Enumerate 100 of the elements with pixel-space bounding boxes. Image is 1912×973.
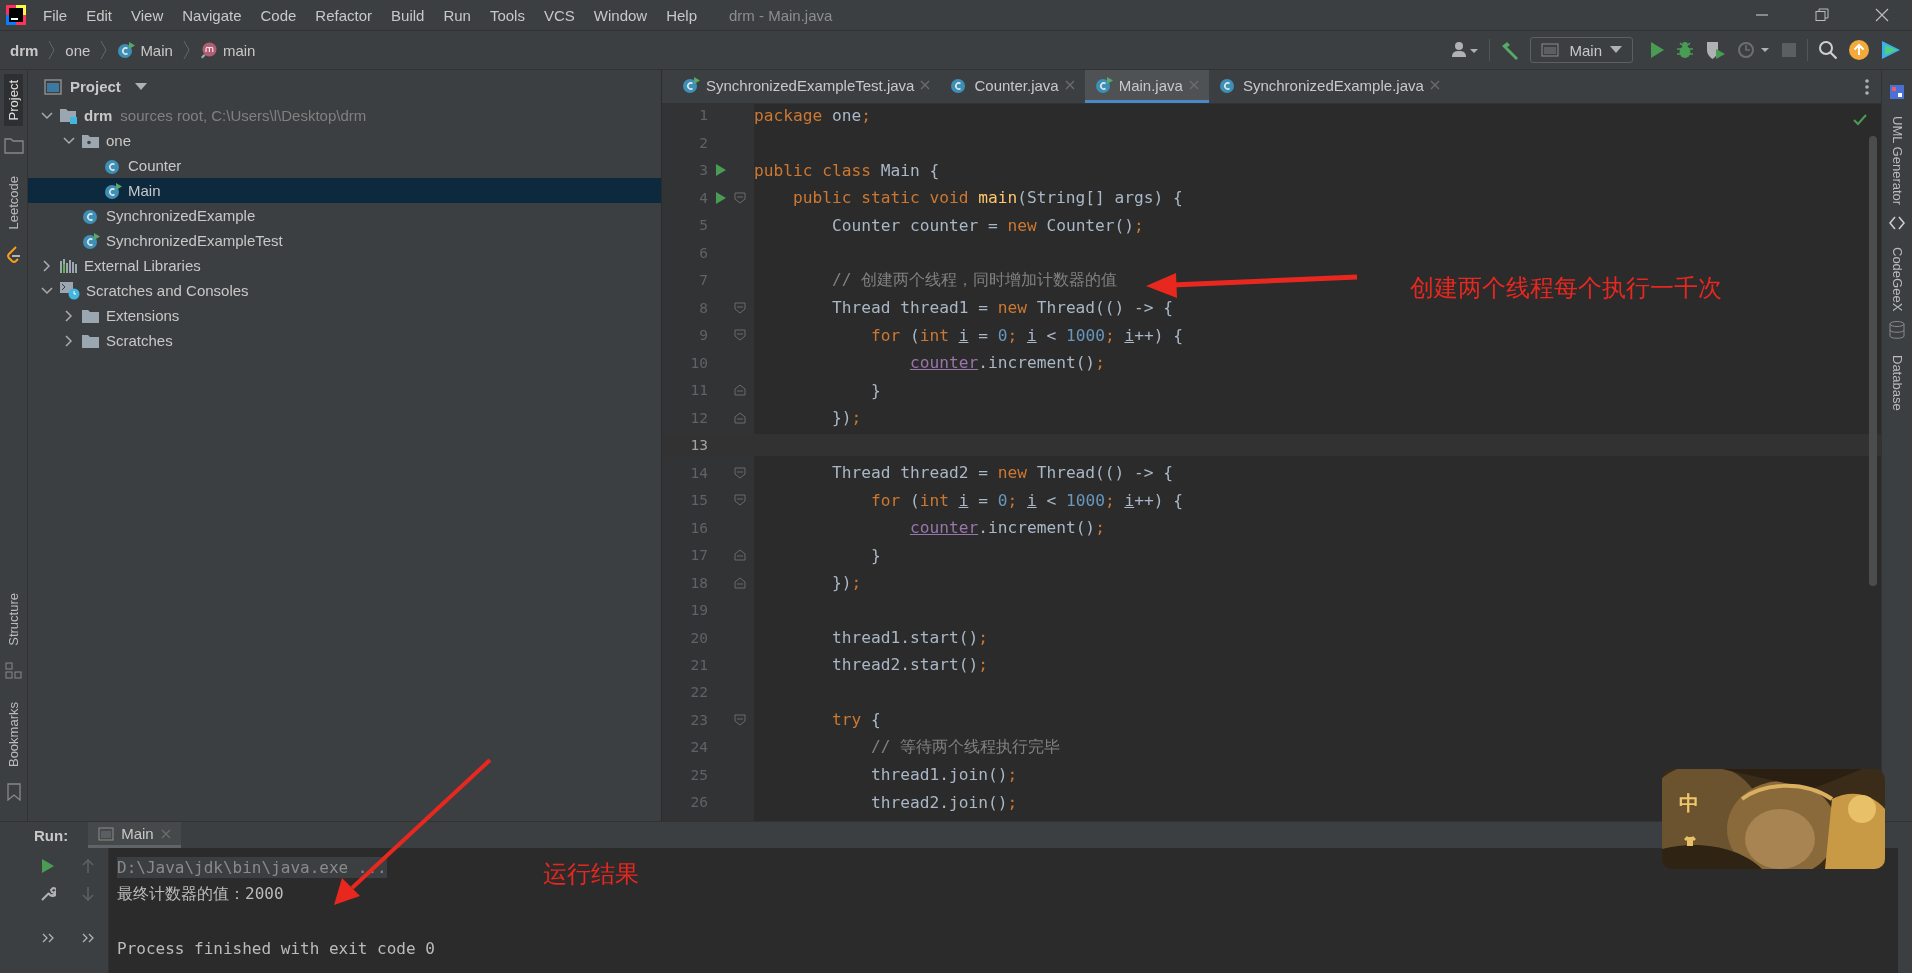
arrow-down-icon[interactable] [81,886,95,902]
chevron-right-icon[interactable] [65,334,73,347]
chevron-down-icon[interactable] [41,286,53,295]
structure-icon[interactable] [4,661,23,680]
menu-item[interactable]: Navigate [173,6,252,24]
editor-tab[interactable]: Counter.java [940,70,1085,103]
close-icon[interactable] [1875,8,1889,22]
menu-item[interactable]: Edit [77,6,123,24]
tree-item[interactable]: External Libraries [28,253,661,278]
tree-item[interactable]: Counter [28,153,661,178]
tool-window-tab[interactable]: CodeGeeX [1887,241,1907,318]
chevron-down-icon[interactable] [63,136,75,145]
caret-icon[interactable] [134,82,147,91]
console-output: 最终计数器的值：2000 [117,884,284,905]
coverage-icon[interactable] [1705,40,1727,60]
fold-icon[interactable] [734,466,746,479]
tree-item[interactable]: Scratches and Consoles [28,278,661,303]
tree-item[interactable]: Main [28,178,661,203]
class-icon [1218,76,1237,94]
menu-item[interactable]: Run [434,6,481,24]
run-icon[interactable] [41,858,55,874]
shirt-icon[interactable] [1683,835,1697,847]
menu-item[interactable]: Code [251,6,307,24]
tool-window-tab[interactable]: Bookmarks [4,695,23,773]
menu-item[interactable]: Window [584,6,658,24]
tree-item[interactable]: SynchronizedExample [28,203,661,228]
hammer-icon[interactable] [1500,40,1521,60]
database-icon[interactable] [1889,321,1905,340]
package-folder-icon [82,133,100,148]
editor-tab[interactable]: Main.java [1084,70,1209,103]
menu-item[interactable]: Tools [480,6,535,24]
fold-end-icon[interactable] [734,549,746,562]
tool-window-tab[interactable]: Leetcode [4,170,23,236]
code-line: // 等待两个线程执行完毕 [869,736,1061,759]
scrollbar[interactable] [1869,136,1877,586]
console-output: Process finished with exit code 0 [117,939,435,958]
chevron-right-icon[interactable] [43,259,51,272]
breadcrumb-item[interactable]: one [65,41,91,59]
search-icon[interactable] [1818,40,1838,60]
fold-icon[interactable] [734,329,746,342]
code-line: counter.increment(); [908,518,1105,538]
fold-end-icon[interactable] [734,576,746,589]
stop-icon[interactable] [1781,42,1797,58]
leetcode-icon[interactable] [5,245,22,264]
menu-item[interactable]: VCS [534,6,585,24]
run-icon[interactable] [715,190,727,205]
code-line: }); [830,573,862,593]
double-chevron-icon[interactable] [42,933,54,943]
tree-item[interactable]: drm sources root, C:\Users\l\Desktop\drm [28,103,661,128]
tool-window-tab[interactable]: Project [4,74,23,127]
menu-item[interactable]: Help [657,6,708,24]
bookmark-icon[interactable] [6,783,21,801]
code-line: for (int i = 0; i < 1000; i++) { [869,490,1183,510]
arrow-up-icon[interactable] [81,858,95,874]
more-options-icon[interactable] [1865,78,1869,95]
breadcrumb-item[interactable]: Main [140,41,173,59]
run-tab[interactable]: Main [88,822,181,848]
code-line: } [869,380,881,400]
chevron-down-icon[interactable] [41,111,53,120]
restore-icon[interactable] [1815,8,1829,22]
fold-icon[interactable] [734,301,746,314]
menu-item[interactable]: View [122,6,174,24]
update-icon[interactable] [1848,39,1870,61]
diagram-icon[interactable] [1889,84,1905,100]
chevron-icon [100,40,108,60]
fold-icon[interactable] [734,494,746,507]
bug-icon[interactable] [1675,40,1695,60]
wrench-icon[interactable] [40,886,56,902]
menu-item[interactable]: File [34,6,78,24]
run-icon[interactable] [715,163,727,178]
widget-label[interactable]: 中 [1679,790,1699,817]
run-configuration-dropdown[interactable]: Main [1530,37,1633,63]
run-icon[interactable] [1649,41,1665,59]
tree-item[interactable]: Extensions [28,303,661,328]
profiler-icon[interactable] [1737,40,1771,60]
double-chevron-icon[interactable] [82,933,94,943]
breadcrumb-item[interactable]: main [222,41,256,59]
folder-icon[interactable] [3,136,24,155]
tool-window-tab[interactable]: UML Generator [1887,110,1907,212]
fold-icon[interactable] [734,191,746,204]
menu-item[interactable]: Build [382,6,435,24]
editor-tab[interactable]: SynchronizedExampleTest.java [672,70,941,103]
code-brackets-icon[interactable] [1889,215,1905,232]
editor-tab[interactable]: SynchronizedExample.java [1208,70,1450,103]
user-icon[interactable] [1451,41,1480,59]
fold-end-icon[interactable] [734,411,746,424]
fold-icon[interactable] [734,713,746,726]
tree-item[interactable]: SynchronizedExampleTest [28,228,661,253]
tree-item[interactable]: one [28,128,661,153]
tool-window-tab[interactable]: Database [1887,349,1907,418]
class-icon [682,76,700,94]
tool-window-tab[interactable]: Structure [4,587,23,652]
tree-item[interactable]: Scratches [28,328,661,353]
breadcrumb-item[interactable]: drm [10,41,39,59]
code-line: try { [830,710,881,730]
fold-end-icon[interactable] [734,384,746,397]
chevron-right-icon[interactable] [65,309,73,322]
code-line: Counter counter = new Counter(); [830,215,1144,235]
panel-title[interactable]: Project [70,78,121,95]
menu-item[interactable]: Refactor [306,6,383,24]
